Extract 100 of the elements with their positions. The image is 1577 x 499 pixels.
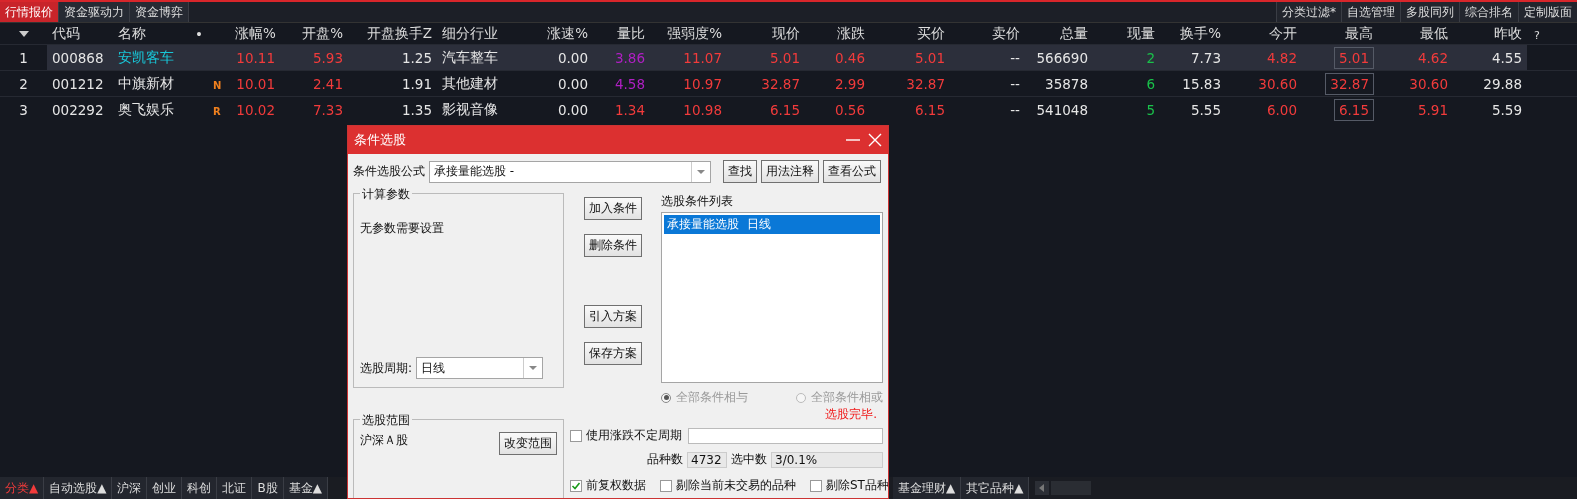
formula-dropdown[interactable]: 承接量能选股 - xyxy=(429,160,711,183)
help-mark[interactable]: ? xyxy=(1532,28,1540,42)
table-cell-text: 32.87 xyxy=(905,75,946,92)
table-cell-text: -- xyxy=(1009,101,1021,118)
field-label: 条件选股公式 xyxy=(353,163,425,180)
sort-caret-icon[interactable] xyxy=(18,30,29,37)
column-header[interactable]: 卖价 xyxy=(950,24,1025,43)
dropdown-arrow-icon[interactable] xyxy=(697,169,705,174)
column-header[interactable]: 现量 xyxy=(1093,24,1160,43)
table-cell-text: 30.60 xyxy=(1257,75,1298,92)
column-header[interactable]: 开盘% xyxy=(280,24,348,43)
stock-name[interactable]: 安凯客车 xyxy=(113,48,190,67)
status-text: 选股完毕. xyxy=(825,406,877,423)
category-tab[interactable]: B股 xyxy=(252,477,284,499)
toolbar-button[interactable]: 定制版面 xyxy=(1518,2,1577,22)
category-tab[interactable]: 分类▲ xyxy=(0,477,45,499)
category-tab[interactable]: 基金▲ xyxy=(283,477,328,499)
view-tab[interactable]: 行情报价 xyxy=(0,2,59,22)
table-cell: 5.01 xyxy=(1333,46,1374,69)
table-cell-text: 002292 xyxy=(51,101,105,118)
column-header[interactable]: 代码 xyxy=(47,24,113,43)
period-dropdown[interactable]: 日线 xyxy=(416,357,544,379)
column-header[interactable]: 开盘换手Z xyxy=(348,24,437,43)
table-cell-text: 0.00 xyxy=(556,101,589,118)
column-header[interactable]: 名称 xyxy=(113,24,190,43)
view-tab[interactable]: 资金驱动力 xyxy=(59,2,130,22)
table-cell-text: 10.97 xyxy=(682,75,723,92)
column-header[interactable]: 涨速% xyxy=(520,24,593,43)
condition-button[interactable]: 保存方案 xyxy=(583,342,642,365)
table-cell-text: 0.56 xyxy=(833,101,866,118)
column-header[interactable]: 细分行业 xyxy=(437,24,520,43)
column-header[interactable]: 今开 xyxy=(1226,24,1302,43)
column-header[interactable]: 昨收 xyxy=(1453,24,1527,43)
group-label: 选股范围 xyxy=(360,412,412,429)
table-cell-text: 541048 xyxy=(1035,101,1089,118)
checkbox[interactable]: 前复权数据 xyxy=(570,477,646,494)
checkbox[interactable]: 剔除当前未交易的品种 xyxy=(660,477,796,494)
column-header[interactable]: 强弱度% xyxy=(650,24,727,43)
category-tab[interactable]: 其它品种▲ xyxy=(961,477,1030,499)
table-cell-text: 0.46 xyxy=(833,49,866,66)
column-header[interactable]: 涨跌 xyxy=(805,24,870,43)
formula-button[interactable]: 查看公式 xyxy=(823,160,881,183)
toolbar-button[interactable]: 分类过滤* xyxy=(1276,2,1341,22)
period-input-field[interactable] xyxy=(688,427,883,444)
row-number: 2 xyxy=(18,75,29,92)
column-header[interactable]: 现价 xyxy=(727,24,805,43)
category-tab[interactable]: 科创 xyxy=(182,477,218,499)
table-cell: 32.87 xyxy=(1325,72,1374,95)
category-tab[interactable]: 自动选股▲ xyxy=(44,477,113,499)
toolbar-button[interactable]: 多股同列 xyxy=(1400,2,1459,22)
table-row[interactable]: 3 002292 奥飞娱乐 R 10.02 7.33 1.35 影视音像 0.00 1.34 10.98 6.15 0.56 6.15 -- 541048 5 5.55 6.00 6.15 5.91 5.59 xyxy=(0,96,1577,122)
table-cell-text: 5.55 xyxy=(1189,101,1222,118)
count-field: 3/0.1% xyxy=(771,451,883,468)
category-tab[interactable]: 创业 xyxy=(147,477,183,499)
column-header[interactable]: 涨幅% xyxy=(230,24,280,43)
flag-label: R xyxy=(212,105,221,117)
info-text: 无参数需要设置 xyxy=(360,220,445,237)
stock-name[interactable]: 中旗新材 xyxy=(113,74,190,93)
table-cell-text: 0.00 xyxy=(556,49,589,66)
table-cell-text: 汽车整车 xyxy=(441,48,499,67)
checkbox[interactable]: 使用涨跌不定周期 xyxy=(570,427,682,444)
formula-button[interactable]: 查找 xyxy=(723,160,757,183)
category-tab[interactable]: 沪深 xyxy=(112,477,148,499)
table-cell-text: 2 xyxy=(1145,49,1156,66)
column-header[interactable]: 量比 xyxy=(593,24,650,43)
condition-button[interactable]: 删除条件 xyxy=(583,234,642,257)
dropdown-arrow-icon[interactable] xyxy=(529,366,538,370)
column-header[interactable]: 换手% xyxy=(1160,24,1226,43)
table-cell-text: 29.88 xyxy=(1482,75,1523,92)
group-label: 计算参数 xyxy=(360,186,412,203)
table-row[interactable]: 2 001212 中旗新材 N 10.01 2.41 1.91 其他建材 0.00 4.58 10.97 32.87 2.99 32.87 -- 35878 6 15.83 30.60 32.87 30.60 29.88 xyxy=(0,70,1577,96)
view-tab[interactable]: 资金博弈 xyxy=(130,2,189,22)
toolbar-button[interactable]: 自选管理 xyxy=(1341,2,1400,22)
column-header[interactable]: • xyxy=(190,25,230,42)
toolbar-button[interactable]: 综合排名 xyxy=(1459,2,1518,22)
condition-button[interactable]: 加入条件 xyxy=(583,197,642,220)
column-header[interactable]: 最低 xyxy=(1378,24,1453,43)
condition-button[interactable]: 引入方案 xyxy=(583,305,642,328)
column-header[interactable]: 买价 xyxy=(870,24,950,43)
category-tab[interactable]: 基金理财▲ xyxy=(893,477,962,499)
selected-row[interactable]: 1 000868 安凯客车 10.11 5.93 1.25 汽车整车 0.00 3.86 11.07 5.01 0.46 5.01 -- 566690 2 7.73 4.82 5.01 4.62 4.55 xyxy=(0,44,1577,70)
formula-button[interactable]: 用法注释 xyxy=(761,160,819,183)
list-item[interactable]: 承接量能选股 日线 xyxy=(664,215,880,234)
field-label: 选中数 xyxy=(731,451,767,468)
stock-name[interactable]: 奥飞娱乐 xyxy=(113,100,190,119)
flag-label: N xyxy=(212,79,222,91)
table-cell-text: 000868 xyxy=(51,49,105,66)
checkbox[interactable]: 剔除ST品种 xyxy=(810,477,888,494)
table-cell-text: 10.98 xyxy=(682,101,723,118)
column-header[interactable]: 总量 xyxy=(1025,24,1093,43)
close-icon[interactable] xyxy=(868,133,882,147)
table-cell-text: 1.91 xyxy=(400,75,433,92)
count-field: 4732 xyxy=(687,451,727,468)
column-header[interactable]: 最高 xyxy=(1302,24,1378,43)
category-tab[interactable]: 北证 xyxy=(217,477,253,499)
scroll-left-button[interactable] xyxy=(1035,481,1050,495)
table-cell-text: 4.55 xyxy=(1490,49,1523,66)
table-cell-text: 4.82 xyxy=(1265,49,1298,66)
change-range-button[interactable]: 改变范围 xyxy=(499,432,557,455)
table-cell-text: 10.02 xyxy=(235,101,276,118)
